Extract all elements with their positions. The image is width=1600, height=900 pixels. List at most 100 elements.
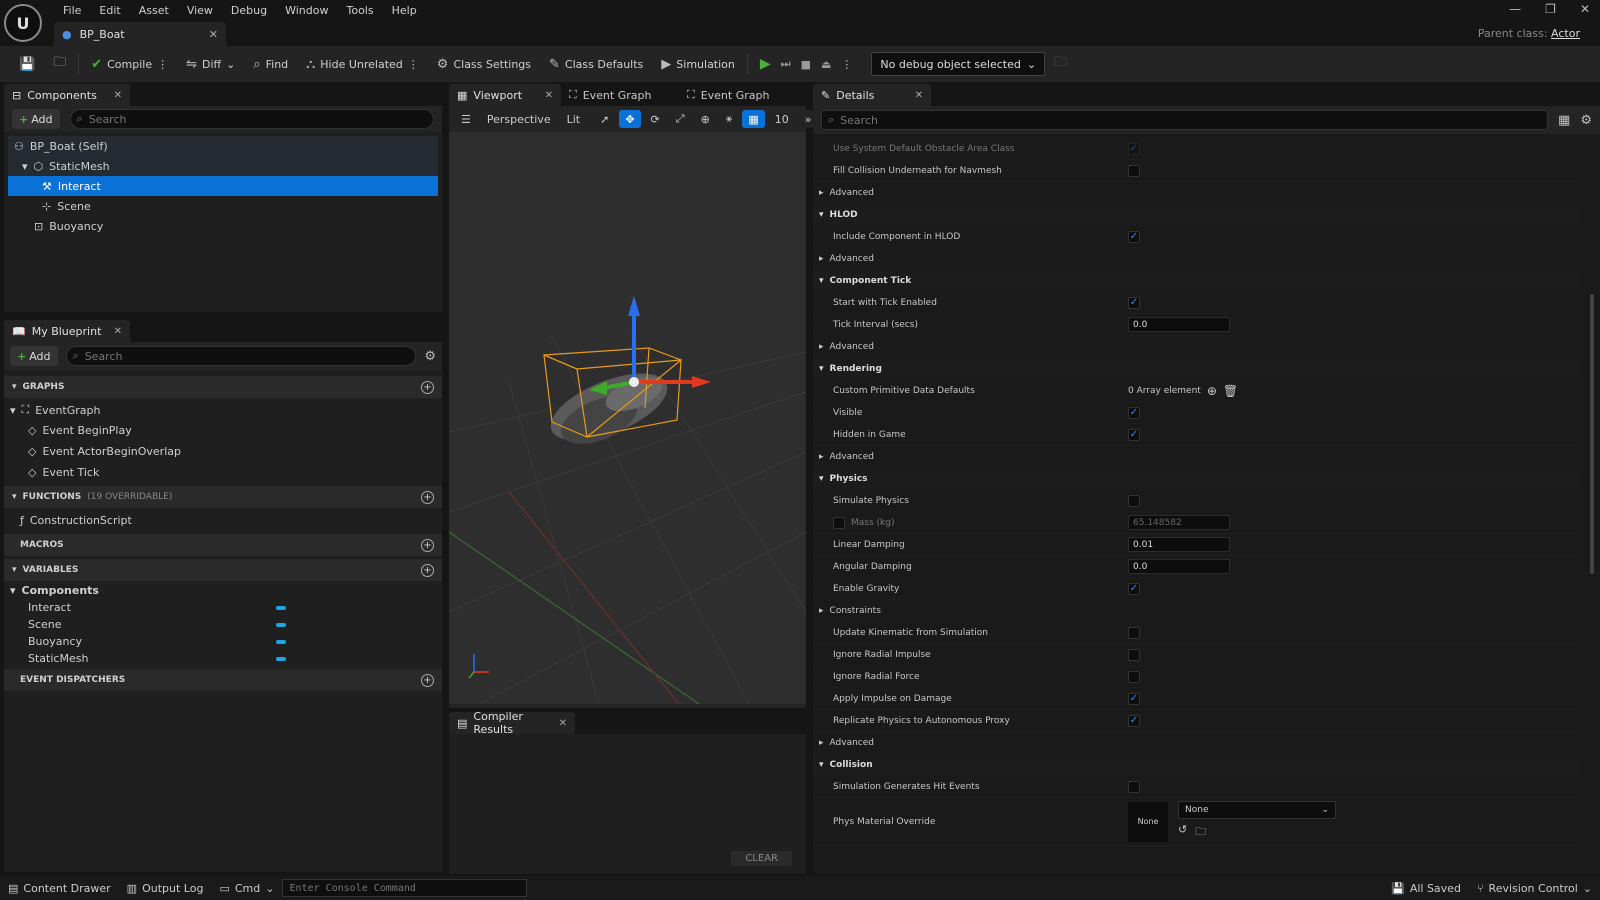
checkbox[interactable] [1128, 626, 1140, 639]
diff-button[interactable]: ⇋ Diff ⌄ [177, 46, 244, 82]
menu-asset[interactable]: Asset [130, 2, 178, 20]
advanced-expander[interactable]: ▸ Advanced [813, 182, 1583, 204]
revision-control-button[interactable]: ⑂ Revision Control ⌄ [1469, 882, 1600, 895]
cmd-button[interactable]: ▭ Cmd ⌄ [211, 882, 282, 895]
hide-unrelated-button[interactable]: ⛬ Hide Unrelated ⋮ [297, 46, 428, 82]
browse-button[interactable]: 🗀 [44, 46, 75, 82]
advanced-expander[interactable]: ▸ Advanced [813, 732, 1583, 754]
output-log-button[interactable]: ▥ Output Log [119, 882, 212, 895]
lit-button[interactable]: Lit [560, 110, 587, 128]
more-icon[interactable]: ⋮ [841, 58, 852, 71]
select-mode-button[interactable]: ➚ [594, 110, 616, 128]
menu-tools[interactable]: Tools [337, 2, 382, 20]
unreal-logo-icon[interactable]: U [4, 4, 42, 42]
tree-item-self[interactable]: ⚇ BP_Boat (Self) [8, 136, 438, 156]
checkbox[interactable]: ✓ [1128, 296, 1140, 309]
add-variable-icon[interactable]: + [421, 563, 434, 577]
category-component-tick[interactable]: ▾ Component Tick [813, 270, 1583, 292]
tree-item-scene[interactable]: ⊹ Scene [8, 196, 438, 216]
tree-item-buoyancy[interactable]: ⊡ Buoyancy [8, 216, 438, 236]
tab-viewport[interactable]: ▦ Viewport ✕ [449, 84, 561, 106]
blueprint-search-input[interactable] [84, 349, 410, 363]
viewport-scene[interactable] [449, 132, 806, 704]
advanced-expander[interactable]: ▸ Advanced [813, 446, 1583, 468]
parent-class-link[interactable]: Actor [1551, 27, 1580, 40]
add-macro-icon[interactable]: + [421, 538, 434, 552]
tab-compiler-results[interactable]: ▤ Compiler Results ✕ [449, 710, 575, 736]
function-constructionscript[interactable]: ƒ ConstructionScript [4, 508, 442, 532]
graphs-section[interactable]: ▾ GRAPHS + [4, 376, 442, 398]
document-tab[interactable]: ● BP_Boat ✕ [54, 22, 226, 46]
trash-icon[interactable]: 🗑 [1223, 384, 1238, 398]
add-blueprint-item-button[interactable]: + Add [10, 346, 58, 366]
menu-help[interactable]: Help [383, 2, 426, 20]
close-icon[interactable]: ✕ [559, 718, 567, 729]
menu-edit[interactable]: Edit [90, 2, 129, 20]
checkbox[interactable]: ✓ [1128, 582, 1140, 595]
checkbox[interactable] [833, 516, 845, 529]
add-element-icon[interactable]: ⊕ [1207, 384, 1217, 398]
material-select[interactable]: None ⌄ [1178, 801, 1336, 819]
console-input[interactable] [282, 879, 528, 897]
linear-damping-field[interactable]: 0.01 [1128, 537, 1230, 552]
save-button[interactable]: 💾 [10, 46, 44, 82]
add-graph-icon[interactable]: + [421, 380, 434, 394]
variable-buoyancy[interactable]: Buoyancy [4, 633, 442, 650]
blueprint-search[interactable]: ⌕ [65, 346, 417, 366]
advanced-expander[interactable]: ▸ Advanced [813, 248, 1583, 270]
tab-components[interactable]: ⊟ Components ✕ [4, 84, 130, 106]
play-icon[interactable]: ▶ [760, 56, 771, 72]
angular-damping-field[interactable]: 0.0 [1128, 559, 1230, 574]
minimize-icon[interactable]: — [1509, 2, 1521, 16]
tick-interval-field[interactable]: 0.0 [1128, 317, 1230, 332]
checkbox[interactable]: ✓ [1128, 692, 1140, 705]
translate-mode-button[interactable]: ✥ [619, 110, 641, 128]
functions-section[interactable]: ▾ FUNCTIONS (19 OVERRIDABLE) + [4, 486, 442, 508]
restore-icon[interactable]: ❐ [1545, 2, 1556, 16]
close-icon[interactable]: ✕ [545, 90, 553, 101]
checkbox[interactable]: ✓ [1128, 406, 1140, 419]
variables-section[interactable]: ▾ VARIABLES + [4, 559, 442, 581]
checkbox[interactable] [1128, 648, 1140, 661]
components-search[interactable]: ⌕ [69, 109, 434, 129]
details-search-input[interactable] [840, 113, 1542, 127]
find-button[interactable]: ⌕ Find [244, 46, 297, 82]
menu-debug[interactable]: Debug [222, 2, 276, 20]
reset-icon[interactable]: ↺ [1178, 823, 1187, 842]
close-window-icon[interactable]: ✕ [1580, 2, 1590, 16]
step-icon[interactable]: ⏭ [781, 57, 791, 71]
components-search-input[interactable] [88, 112, 427, 126]
simulation-button[interactable]: ▶ Simulation [652, 46, 744, 82]
checkbox[interactable]: ✓ [1128, 714, 1140, 727]
scale-mode-button[interactable]: ⤢ [669, 110, 691, 128]
menu-file[interactable]: File [54, 2, 90, 20]
add-dispatcher-icon[interactable]: + [421, 673, 434, 687]
variables-components-group[interactable]: ▾ Components [4, 581, 442, 599]
rotate-mode-button[interactable]: ⟳ [644, 110, 666, 128]
variable-staticmesh[interactable]: StaticMesh [4, 650, 442, 667]
tab-event-graph-1[interactable]: ⛶ Event Graph [561, 84, 679, 106]
perspective-button[interactable]: Perspective [480, 110, 557, 128]
browse-icon[interactable]: 🗀 [1195, 823, 1206, 842]
table-view-icon[interactable]: ▦ [1558, 113, 1570, 128]
more-icon[interactable]: ⋮ [408, 58, 419, 71]
gear-icon[interactable]: ⚙ [1580, 113, 1592, 128]
tab-event-graph-2[interactable]: ⛶ Event Graph [679, 84, 797, 106]
checkbox[interactable]: ✓ [1128, 428, 1140, 441]
close-icon[interactable]: ✕ [209, 28, 218, 41]
add-function-icon[interactable]: + [421, 490, 434, 504]
event-tick[interactable]: ◇ Event Tick [4, 462, 442, 483]
tab-my-blueprint[interactable]: 📖 My Blueprint ✕ [4, 320, 130, 342]
category-rendering[interactable]: ▾ Rendering [813, 358, 1583, 380]
tab-details[interactable]: ✎ Details ✕ [813, 84, 931, 106]
world-local-button[interactable]: ⊕ [694, 110, 716, 128]
gear-icon[interactable]: ⚙ [424, 349, 436, 364]
compile-button[interactable]: ✔ Compile ⋮ [82, 46, 177, 82]
class-settings-button[interactable]: ⚙ Class Settings [428, 46, 540, 82]
close-icon[interactable]: ✕ [114, 90, 122, 101]
content-drawer-button[interactable]: ▤ Content Drawer [0, 882, 119, 895]
checkbox[interactable]: ✓ [1128, 230, 1140, 243]
class-defaults-button[interactable]: ✎ Class Defaults [540, 46, 652, 82]
tree-item-interact[interactable]: ⚒ Interact [8, 176, 438, 196]
all-saved-button[interactable]: 💾 All Saved [1383, 882, 1469, 895]
